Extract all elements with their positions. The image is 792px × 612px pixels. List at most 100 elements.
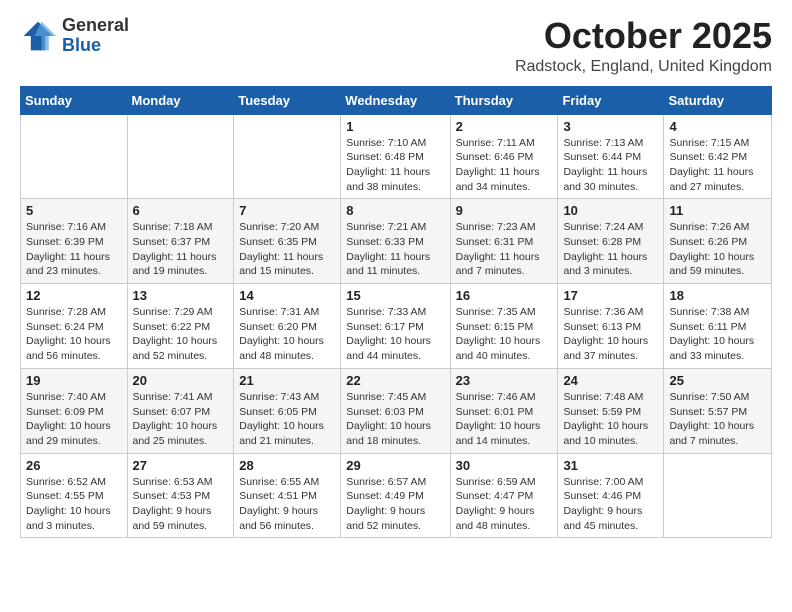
page-container: General Blue October 2025 Radstock, Engl…	[0, 0, 792, 548]
table-row: 17Sunrise: 7:36 AM Sunset: 6:13 PM Dayli…	[558, 284, 664, 369]
day-number: 17	[563, 288, 658, 303]
table-row: 31Sunrise: 7:00 AM Sunset: 4:46 PM Dayli…	[558, 453, 664, 538]
calendar-week-row: 19Sunrise: 7:40 AM Sunset: 6:09 PM Dayli…	[21, 368, 772, 453]
table-row: 21 Sunrise: 7:43 AM Sunset: 6:05 PM Dayli…	[234, 368, 341, 453]
day-info: Sunrise: 7:29 AM Sunset: 6:22 PM Dayligh…	[133, 305, 229, 364]
day-info: Sunrise: 7:20 AM Sunset: 6:35 PM Dayligh…	[239, 220, 335, 279]
day-info: Sunrise: 7:45 AM Sunset: 6:03 PM Dayligh…	[346, 390, 444, 449]
day-number: 30	[456, 458, 553, 473]
day-number: 3	[563, 119, 658, 134]
table-row: 25Sunrise: 7:50 AM Sunset: 5:57 PM Dayli…	[664, 368, 772, 453]
day-info: Sunrise: 7:13 AM Sunset: 6:44 PM Dayligh…	[563, 136, 658, 195]
table-row	[234, 114, 341, 199]
table-row: 4 Sunrise: 7:15 AM Sunset: 6:42 PM Daylig…	[664, 114, 772, 199]
day-number: 23	[456, 373, 553, 388]
day-number: 6	[133, 203, 229, 218]
table-row: 22Sunrise: 7:45 AM Sunset: 6:03 PM Dayli…	[341, 368, 450, 453]
day-info: Sunrise: 7:41 AM Sunset: 6:07 PM Dayligh…	[133, 390, 229, 449]
logo-general: General	[62, 16, 129, 36]
day-info: Sunrise: 7:46 AM Sunset: 6:01 PM Dayligh…	[456, 390, 553, 449]
header: General Blue October 2025 Radstock, Engl…	[20, 16, 772, 76]
table-row: 29 Sunrise: 6:57 AM Sunset: 4:49 PM Dayli…	[341, 453, 450, 538]
day-number: 7	[239, 203, 335, 218]
day-number: 28	[239, 458, 335, 473]
table-row: 27Sunrise: 6:53 AM Sunset: 4:53 PM Dayli…	[127, 453, 234, 538]
day-number: 26	[26, 458, 122, 473]
day-number: 21	[239, 373, 335, 388]
table-row: 14 Sunrise: 7:31 AM Sunset: 6:20 PM Dayli…	[234, 284, 341, 369]
day-info: Sunrise: 7:24 AM Sunset: 6:28 PM Dayligh…	[563, 220, 658, 279]
day-info: Sunrise: 7:10 AM Sunset: 6:48 PM Dayligh…	[346, 136, 444, 195]
calendar-week-row: 1 Sunrise: 7:10 AM Sunset: 6:48 PM Daylig…	[21, 114, 772, 199]
day-number: 5	[26, 203, 122, 218]
day-info: Sunrise: 7:18 AM Sunset: 6:37 PM Dayligh…	[133, 220, 229, 279]
table-row	[127, 114, 234, 199]
logo-text: General Blue	[62, 16, 129, 56]
day-info: Sunrise: 6:55 AM Sunset: 4:51 PM Dayligh…	[239, 475, 335, 534]
header-wednesday: Wednesday	[341, 86, 450, 114]
calendar-week-row: 26 Sunrise: 6:52 AM Sunset: 4:55 PM Dayli…	[21, 453, 772, 538]
table-row	[21, 114, 128, 199]
calendar-week-row: 5 Sunrise: 7:16 AM Sunset: 6:39 PM Daylig…	[21, 199, 772, 284]
table-row: 2Sunrise: 7:11 AM Sunset: 6:46 PM Daylig…	[450, 114, 558, 199]
day-info: Sunrise: 7:11 AM Sunset: 6:46 PM Dayligh…	[456, 136, 553, 195]
table-row: 18 Sunrise: 7:38 AM Sunset: 6:11 PM Dayli…	[664, 284, 772, 369]
table-row: 16Sunrise: 7:35 AM Sunset: 6:15 PM Dayli…	[450, 284, 558, 369]
table-row: 7 Sunrise: 7:20 AM Sunset: 6:35 PM Daylig…	[234, 199, 341, 284]
day-number: 15	[346, 288, 444, 303]
day-info: Sunrise: 7:33 AM Sunset: 6:17 PM Dayligh…	[346, 305, 444, 364]
table-row: 20 Sunrise: 7:41 AM Sunset: 6:07 PM Dayli…	[127, 368, 234, 453]
day-info: Sunrise: 7:38 AM Sunset: 6:11 PM Dayligh…	[669, 305, 766, 364]
table-row: 1 Sunrise: 7:10 AM Sunset: 6:48 PM Daylig…	[341, 114, 450, 199]
table-row: 6 Sunrise: 7:18 AM Sunset: 6:37 PM Daylig…	[127, 199, 234, 284]
calendar-table: Sunday Monday Tuesday Wednesday Thursday…	[20, 86, 772, 539]
day-info: Sunrise: 7:16 AM Sunset: 6:39 PM Dayligh…	[26, 220, 122, 279]
table-row: 28 Sunrise: 6:55 AM Sunset: 4:51 PM Dayli…	[234, 453, 341, 538]
day-number: 14	[239, 288, 335, 303]
day-number: 27	[133, 458, 229, 473]
day-number: 12	[26, 288, 122, 303]
table-row: 3 Sunrise: 7:13 AM Sunset: 6:44 PM Daylig…	[558, 114, 664, 199]
calendar-week-row: 12Sunrise: 7:28 AM Sunset: 6:24 PM Dayli…	[21, 284, 772, 369]
day-number: 20	[133, 373, 229, 388]
day-info: Sunrise: 7:31 AM Sunset: 6:20 PM Dayligh…	[239, 305, 335, 364]
weekday-header-row: Sunday Monday Tuesday Wednesday Thursday…	[21, 86, 772, 114]
table-row: 9 Sunrise: 7:23 AM Sunset: 6:31 PM Daylig…	[450, 199, 558, 284]
table-row: 12Sunrise: 7:28 AM Sunset: 6:24 PM Dayli…	[21, 284, 128, 369]
day-info: Sunrise: 7:40 AM Sunset: 6:09 PM Dayligh…	[26, 390, 122, 449]
table-row: 15 Sunrise: 7:33 AM Sunset: 6:17 PM Dayli…	[341, 284, 450, 369]
day-number: 8	[346, 203, 444, 218]
day-number: 24	[563, 373, 658, 388]
location: Radstock, England, United Kingdom	[515, 58, 772, 76]
day-info: Sunrise: 7:48 AM Sunset: 5:59 PM Dayligh…	[563, 390, 658, 449]
table-row: 19Sunrise: 7:40 AM Sunset: 6:09 PM Dayli…	[21, 368, 128, 453]
table-row: 26 Sunrise: 6:52 AM Sunset: 4:55 PM Dayli…	[21, 453, 128, 538]
header-sunday: Sunday	[21, 86, 128, 114]
header-thursday: Thursday	[450, 86, 558, 114]
day-number: 18	[669, 288, 766, 303]
table-row: 23 Sunrise: 7:46 AM Sunset: 6:01 PM Dayli…	[450, 368, 558, 453]
day-info: Sunrise: 6:57 AM Sunset: 4:49 PM Dayligh…	[346, 475, 444, 534]
day-info: Sunrise: 7:15 AM Sunset: 6:42 PM Dayligh…	[669, 136, 766, 195]
table-row: 11 Sunrise: 7:26 AM Sunset: 6:26 PM Dayli…	[664, 199, 772, 284]
day-info: Sunrise: 7:43 AM Sunset: 6:05 PM Dayligh…	[239, 390, 335, 449]
table-row: 8Sunrise: 7:21 AM Sunset: 6:33 PM Daylig…	[341, 199, 450, 284]
table-row: 30Sunrise: 6:59 AM Sunset: 4:47 PM Dayli…	[450, 453, 558, 538]
header-tuesday: Tuesday	[234, 86, 341, 114]
day-number: 9	[456, 203, 553, 218]
day-number: 29	[346, 458, 444, 473]
logo-icon	[20, 18, 56, 54]
table-row: 5 Sunrise: 7:16 AM Sunset: 6:39 PM Daylig…	[21, 199, 128, 284]
title-block: October 2025 Radstock, England, United K…	[515, 16, 772, 76]
table-row: 24 Sunrise: 7:48 AM Sunset: 5:59 PM Dayli…	[558, 368, 664, 453]
day-info: Sunrise: 7:26 AM Sunset: 6:26 PM Dayligh…	[669, 220, 766, 279]
day-info: Sunrise: 6:52 AM Sunset: 4:55 PM Dayligh…	[26, 475, 122, 534]
day-number: 10	[563, 203, 658, 218]
day-number: 25	[669, 373, 766, 388]
day-info: Sunrise: 7:00 AM Sunset: 4:46 PM Dayligh…	[563, 475, 658, 534]
day-number: 11	[669, 203, 766, 218]
logo-blue: Blue	[62, 36, 129, 56]
day-number: 1	[346, 119, 444, 134]
day-info: Sunrise: 7:23 AM Sunset: 6:31 PM Dayligh…	[456, 220, 553, 279]
day-number: 4	[669, 119, 766, 134]
